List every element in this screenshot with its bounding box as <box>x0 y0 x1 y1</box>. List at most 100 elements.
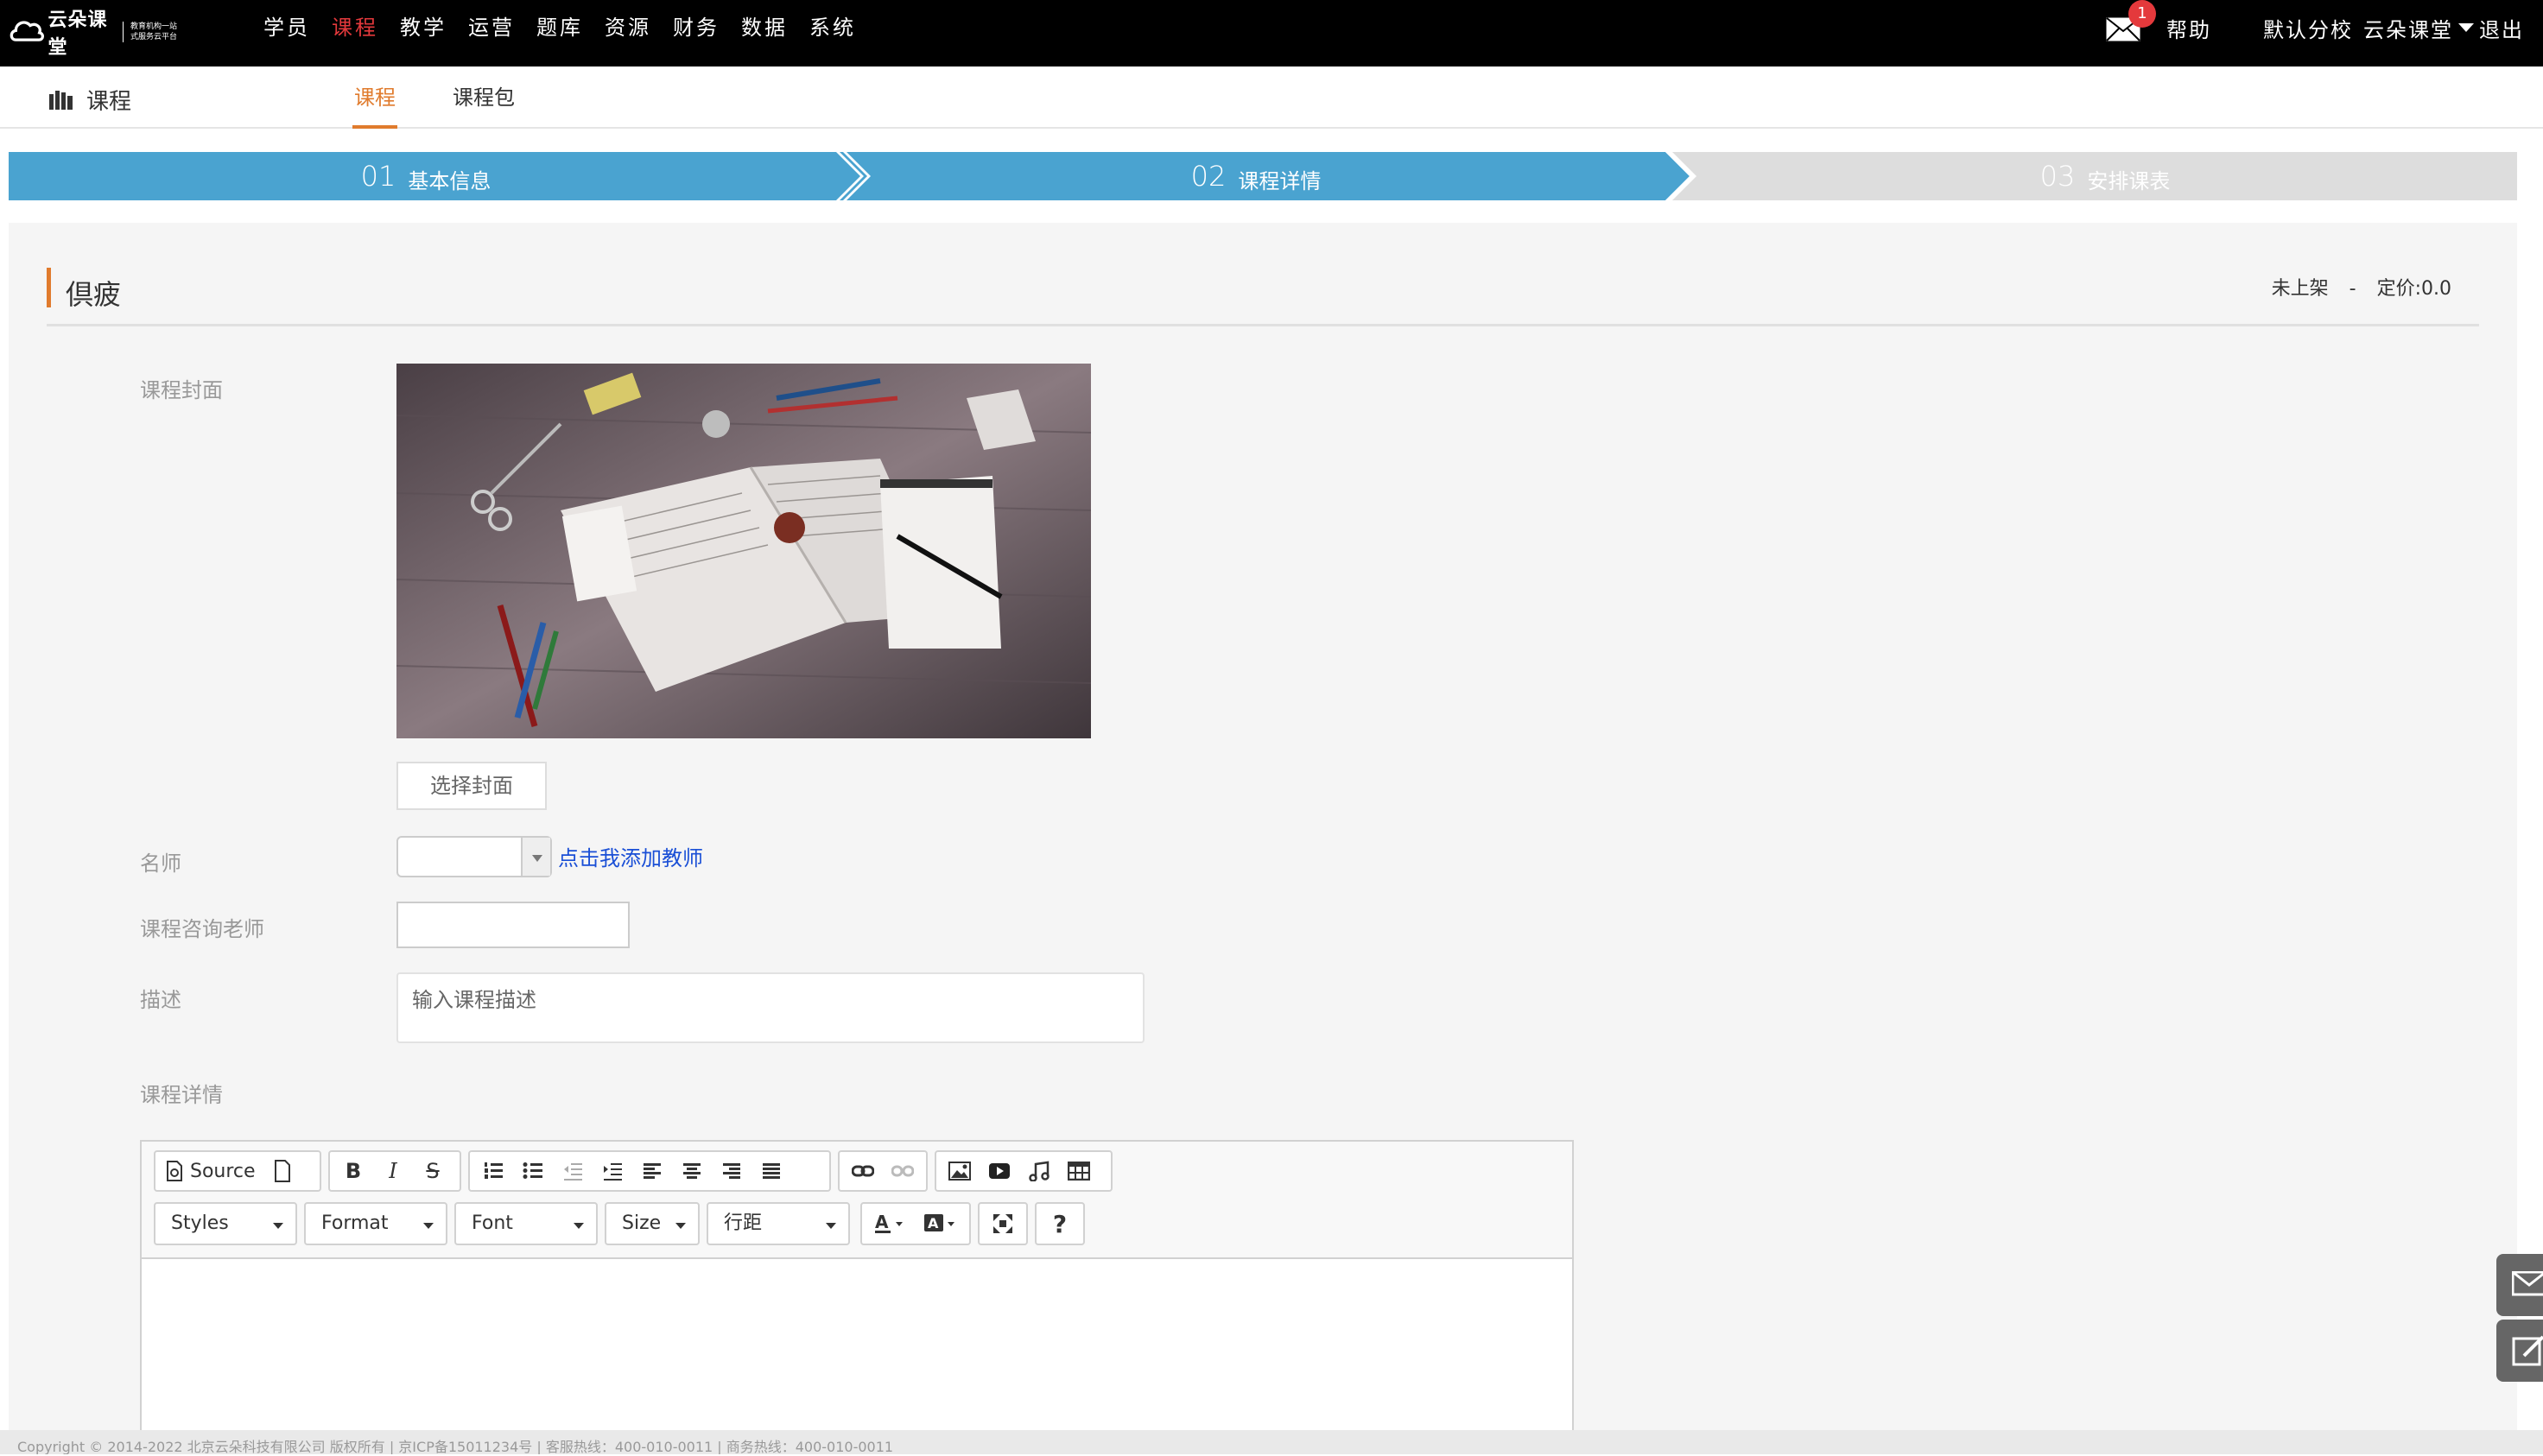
course-cover-image <box>396 364 1091 738</box>
svg-text:A: A <box>928 1215 939 1231</box>
course-card-header: 倶疲 未上架 - 定价:0.0 <box>47 247 2479 326</box>
align-right-icon[interactable] <box>712 1153 751 1189</box>
step-schedule[interactable]: 03 安排课表 <box>1693 152 2517 200</box>
account-name[interactable]: 云朵课堂 <box>2363 13 2453 43</box>
section-header: 课程 课程 课程包 <box>0 66 2543 129</box>
bulleted-list-icon[interactable] <box>513 1153 553 1189</box>
main-nav: 学员 课程 教学 运营 题库 资源 财务 数据 系统 <box>263 12 878 43</box>
logout-link[interactable]: 退出 <box>2479 13 2524 43</box>
align-left-icon[interactable] <box>632 1153 672 1189</box>
details-label: 课程详情 <box>140 1083 223 1107</box>
meta-separator: - <box>2349 278 2356 300</box>
help-link[interactable]: 帮助 <box>2166 13 2211 43</box>
teacher-label: 名师 <box>140 851 181 876</box>
toolbar-group-paragraph <box>468 1150 831 1192</box>
title-accent-bar <box>47 268 51 307</box>
nav-item-courses[interactable]: 课程 <box>332 12 378 43</box>
add-teacher-link[interactable]: 点击我添加教师 <box>558 841 703 871</box>
outdent-icon[interactable] <box>553 1153 593 1189</box>
nav-item-question-bank[interactable]: 题库 <box>536 12 583 43</box>
description-textarea[interactable]: 输入课程描述 <box>396 972 1145 1043</box>
logo-name: 云朵课堂 <box>48 9 108 59</box>
chevron-down-icon[interactable] <box>521 838 550 876</box>
consultant-label: 课程咨询老师 <box>140 917 264 941</box>
cover-label: 课程封面 <box>140 378 223 402</box>
table-icon[interactable] <box>1059 1153 1099 1189</box>
editor-content-area[interactable] <box>142 1261 1572 1456</box>
messages-button[interactable]: 1 <box>2106 0 2156 43</box>
bold-button[interactable]: B <box>333 1153 373 1189</box>
course-title: 倶疲 <box>66 278 122 311</box>
nav-item-finance[interactable]: 财务 <box>673 12 720 43</box>
maximize-icon[interactable] <box>983 1206 1023 1242</box>
italic-button[interactable]: I <box>373 1153 413 1189</box>
nav-item-students[interactable]: 学员 <box>263 12 310 43</box>
indent-icon[interactable] <box>593 1153 632 1189</box>
toolbar-group-insert <box>935 1150 1113 1192</box>
strikethrough-button[interactable]: S <box>413 1153 453 1189</box>
edit-icon <box>2512 1335 2543 1366</box>
image-icon[interactable] <box>940 1153 980 1189</box>
toolbar-group-basic: B I S <box>328 1150 461 1192</box>
tab-courses[interactable]: 课程 <box>352 82 397 129</box>
size-dropdown[interactable]: Size <box>605 1202 700 1245</box>
new-page-icon <box>274 1160 290 1182</box>
step-basic-info[interactable]: 01 基本信息 <box>9 152 843 200</box>
brand-logo[interactable]: 云朵课堂 教育机构一站 式服务云平台 <box>9 7 181 59</box>
background-color-icon[interactable]: A <box>916 1206 966 1242</box>
toolbar-group-tools <box>978 1202 1028 1245</box>
new-page-button[interactable] <box>263 1153 302 1189</box>
user-area: 1 帮助 默认分校 云朵课堂 退出 <box>2106 0 2543 43</box>
feedback-mail-button[interactable] <box>2496 1254 2543 1316</box>
course-tabs: 课程 课程包 <box>352 82 570 129</box>
nav-item-resources[interactable]: 资源 <box>605 12 651 43</box>
cloud-logo-icon <box>10 21 45 41</box>
envelope-icon <box>2512 1271 2543 1296</box>
unlink-icon[interactable] <box>883 1153 923 1189</box>
video-icon[interactable] <box>980 1153 1019 1189</box>
help-icon[interactable]: ? <box>1040 1206 1080 1242</box>
link-icon[interactable] <box>843 1153 883 1189</box>
nav-item-data[interactable]: 数据 <box>741 12 788 43</box>
tab-course-packages[interactable]: 课程包 <box>451 82 517 129</box>
align-center-icon[interactable] <box>672 1153 712 1189</box>
library-books-icon <box>49 90 73 110</box>
nav-item-system[interactable]: 系统 <box>809 12 856 43</box>
nav-item-teaching[interactable]: 教学 <box>400 12 447 43</box>
description-label: 描述 <box>140 988 181 1012</box>
styles-dropdown[interactable]: Styles <box>154 1202 297 1245</box>
align-justify-icon[interactable] <box>751 1153 791 1189</box>
format-dropdown[interactable]: Format <box>304 1202 447 1245</box>
line-height-dropdown[interactable]: 行距 <box>707 1202 850 1245</box>
toolbar-group-document: Source <box>154 1150 321 1192</box>
message-count-badge: 1 <box>2128 0 2156 28</box>
course-meta: 未上架 - 定价:0.0 <box>2251 273 2451 301</box>
cover-illustration <box>396 364 1091 738</box>
top-navbar: 云朵课堂 教育机构一站 式服务云平台 学员 课程 教学 运营 题库 资源 财务 … <box>0 0 2543 66</box>
logo-tagline: 教育机构一站 式服务云平台 <box>123 22 181 42</box>
page-footer: Copyright © 2014-2022 北京云朵科技有限公司 版权所有 | … <box>0 1430 2543 1454</box>
toolbar-group-links <box>838 1150 928 1192</box>
price-label: 定价:0.0 <box>2376 278 2451 300</box>
chevron-down-icon[interactable] <box>2458 23 2474 32</box>
font-dropdown[interactable]: Font <box>454 1202 598 1245</box>
step-course-details[interactable]: 02 课程详情 <box>843 152 1669 200</box>
svg-text:A: A <box>875 1213 889 1232</box>
rich-text-editor: Source B I S Styles Format Font Size 行距 … <box>140 1140 1574 1456</box>
nav-item-operations[interactable]: 运营 <box>468 12 515 43</box>
edit-note-button[interactable] <box>2496 1320 2543 1382</box>
numbered-list-icon[interactable] <box>473 1153 513 1189</box>
branch-selector[interactable]: 默认分校 <box>2263 13 2353 43</box>
toolbar-group-colors: A A <box>860 1202 971 1245</box>
consultant-input[interactable] <box>396 902 630 948</box>
choose-cover-button[interactable]: 选择封面 <box>396 762 547 810</box>
source-icon <box>167 1161 182 1181</box>
status-badge: 未上架 <box>2271 278 2329 300</box>
toolbar-group-help: ? <box>1035 1202 1085 1245</box>
audio-icon[interactable] <box>1019 1153 1059 1189</box>
section-title: 课程 <box>48 84 131 116</box>
teacher-select[interactable] <box>396 836 552 877</box>
text-color-icon[interactable]: A <box>866 1206 916 1242</box>
editor-toolbar: Source B I S Styles Format Font Size 行距 … <box>142 1142 1572 1259</box>
source-button[interactable]: Source <box>159 1153 263 1189</box>
